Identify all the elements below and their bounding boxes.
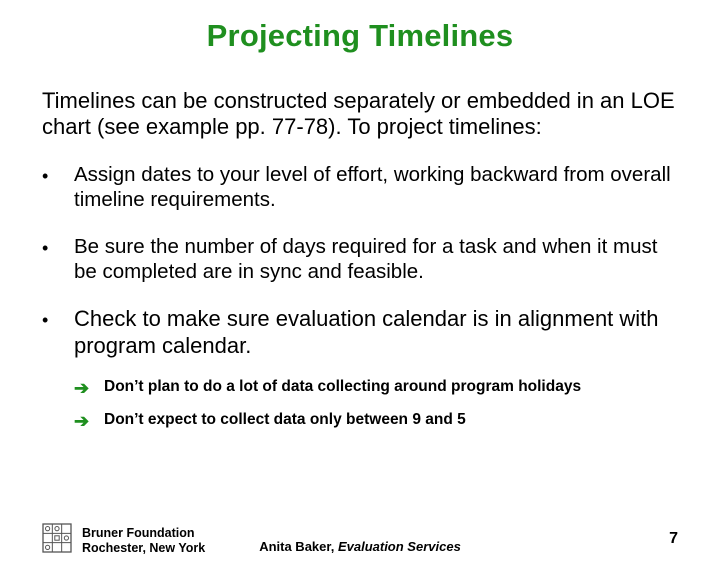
sub-bullet-text: Don’t plan to do a lot of data collectin… bbox=[104, 378, 678, 397]
bullet-marker: • bbox=[42, 234, 74, 284]
arrow-icon: ➔ bbox=[74, 411, 104, 430]
arrow-icon: ➔ bbox=[74, 378, 104, 397]
bullet-marker: • bbox=[42, 306, 74, 444]
sub-bullet-text: Don’t expect to collect data only betwee… bbox=[104, 411, 678, 430]
bullet-text: Be sure the number of days required for … bbox=[74, 234, 678, 284]
bullet-list: • Assign dates to your level of effort, … bbox=[42, 162, 678, 444]
slide: Projecting Timelines Timelines can be co… bbox=[0, 0, 720, 576]
page-number: 7 bbox=[669, 530, 678, 548]
intro-text: Timelines can be constructed separately … bbox=[42, 88, 678, 140]
footer-credit: Anita Baker, Evaluation Services bbox=[42, 539, 678, 554]
sub-bullet-list: ➔ Don’t plan to do a lot of data collect… bbox=[74, 378, 678, 430]
slide-footer: Bruner Foundation Rochester, New York An… bbox=[42, 518, 678, 558]
bullet-item: • Check to make sure evaluation calendar… bbox=[42, 306, 678, 444]
bullet-item: • Assign dates to your level of effort, … bbox=[42, 162, 678, 212]
sub-bullet-item: ➔ Don’t expect to collect data only betw… bbox=[74, 411, 678, 430]
footer-credit-name: Anita Baker, bbox=[259, 539, 338, 554]
bullet-marker: • bbox=[42, 162, 74, 212]
bullet-text-main: Check to make sure evaluation calendar i… bbox=[74, 306, 659, 358]
sub-bullet-item: ➔ Don’t plan to do a lot of data collect… bbox=[74, 378, 678, 397]
slide-title: Projecting Timelines bbox=[42, 18, 678, 54]
footer-credit-ital: Evaluation Services bbox=[338, 539, 461, 554]
bullet-text: Assign dates to your level of effort, wo… bbox=[74, 162, 678, 212]
bullet-item: • Be sure the number of days required fo… bbox=[42, 234, 678, 284]
bullet-text: Check to make sure evaluation calendar i… bbox=[74, 306, 678, 444]
